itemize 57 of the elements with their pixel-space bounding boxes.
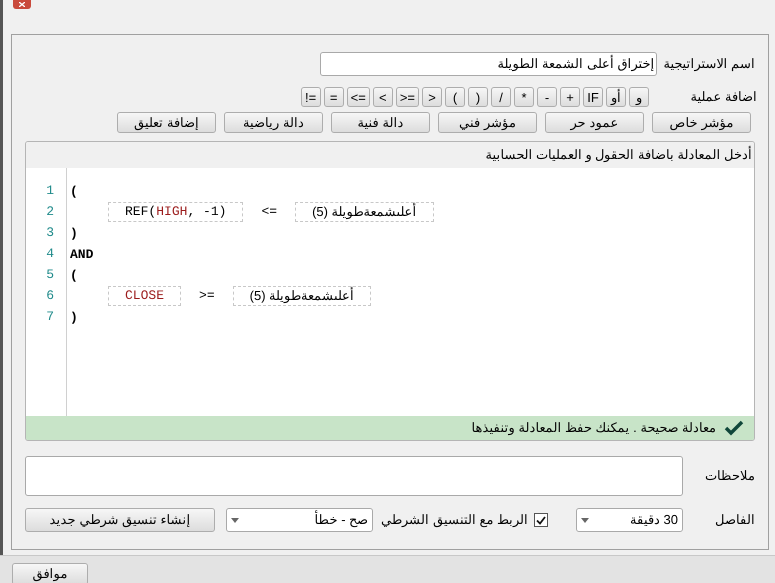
insert-button[interactable]: مؤشر خاص: [652, 112, 751, 133]
operator-button[interactable]: ): [468, 87, 488, 107]
operator-button[interactable]: و: [629, 87, 649, 107]
line-number: 6: [45, 286, 54, 305]
strategy-name-field[interactable]: إختراق أعلى الشمعة الطويلة: [320, 52, 658, 76]
ok-button[interactable]: موافق: [12, 562, 88, 583]
checkmark-icon: [724, 420, 744, 436]
operator-button[interactable]: IF: [583, 87, 603, 107]
code-text: AND: [70, 246, 94, 262]
close-icon: [19, 2, 25, 7]
operator-button[interactable]: !=: [300, 87, 321, 107]
dropdown-caret-icon: [581, 518, 589, 522]
operator-button[interactable]: /: [491, 87, 511, 107]
code-text: ): [70, 310, 78, 324]
notes-field[interactable]: [25, 456, 683, 496]
line-number: 4: [45, 244, 54, 263]
code-text: (: [70, 184, 78, 198]
notes-label: ملاحظات: [704, 467, 755, 486]
operator-button[interactable]: =: [324, 87, 344, 107]
operator-button[interactable]: >: [422, 87, 442, 107]
link-checkbox-label: الربط مع التنسيق الشرطي: [381, 511, 528, 530]
interval-label: الفاصل: [714, 511, 755, 530]
line-number: 7: [45, 308, 54, 326]
insert-button[interactable]: دالة فنية: [331, 112, 430, 133]
operator-button[interactable]: (: [445, 87, 465, 107]
operator-button[interactable]: +: [560, 87, 580, 107]
close-button[interactable]: [13, 0, 31, 9]
line-number: 5: [45, 266, 54, 284]
operator-button[interactable]: *: [514, 87, 534, 107]
line-number: 1: [45, 182, 54, 200]
field-token[interactable]: REF(HIGH, -1): [108, 202, 244, 222]
insert-button[interactable]: دالة رياضية: [224, 112, 323, 133]
status-message: معادلة صحيحة . يمكنك حفظ المعادلة وتنفيذها: [472, 419, 716, 438]
operator-button[interactable]: >=: [396, 87, 419, 107]
indicator-token[interactable]: أعلىشمعةطويلة (5): [232, 286, 372, 306]
operator-button[interactable]: أو: [606, 87, 626, 107]
operator-token: >=: [199, 286, 215, 305]
create-conditional-format-button[interactable]: إنشاء تنسيق شرطي جديد: [25, 508, 216, 532]
indicator-token[interactable]: أعلىشمعةطويلة (5): [295, 202, 434, 222]
insert-button[interactable]: عمود حر: [545, 112, 644, 133]
field-token[interactable]: CLOSE: [108, 286, 182, 306]
add-operation-label: اضافة عملية: [689, 88, 757, 106]
line-number: 3: [45, 224, 54, 242]
code-text: ): [70, 226, 78, 240]
operator-button[interactable]: <: [372, 87, 393, 107]
interval-select[interactable]: 30 دقيقة: [576, 508, 683, 532]
line-number: 2: [45, 202, 54, 221]
operator-button[interactable]: <=: [346, 87, 370, 107]
operator-token: <=: [261, 202, 278, 221]
condition-select[interactable]: صح - خطأ: [226, 508, 374, 532]
link-checkbox[interactable]: [534, 513, 548, 527]
insert-button[interactable]: إضافة تعليق: [117, 112, 216, 133]
strategy-name-label: اسم الاستراتيجية: [663, 55, 755, 74]
code-text: (: [70, 268, 78, 282]
operator-button[interactable]: -: [537, 87, 557, 107]
insert-button[interactable]: مؤشر فني: [438, 112, 537, 133]
dropdown-caret-icon: [231, 518, 240, 522]
